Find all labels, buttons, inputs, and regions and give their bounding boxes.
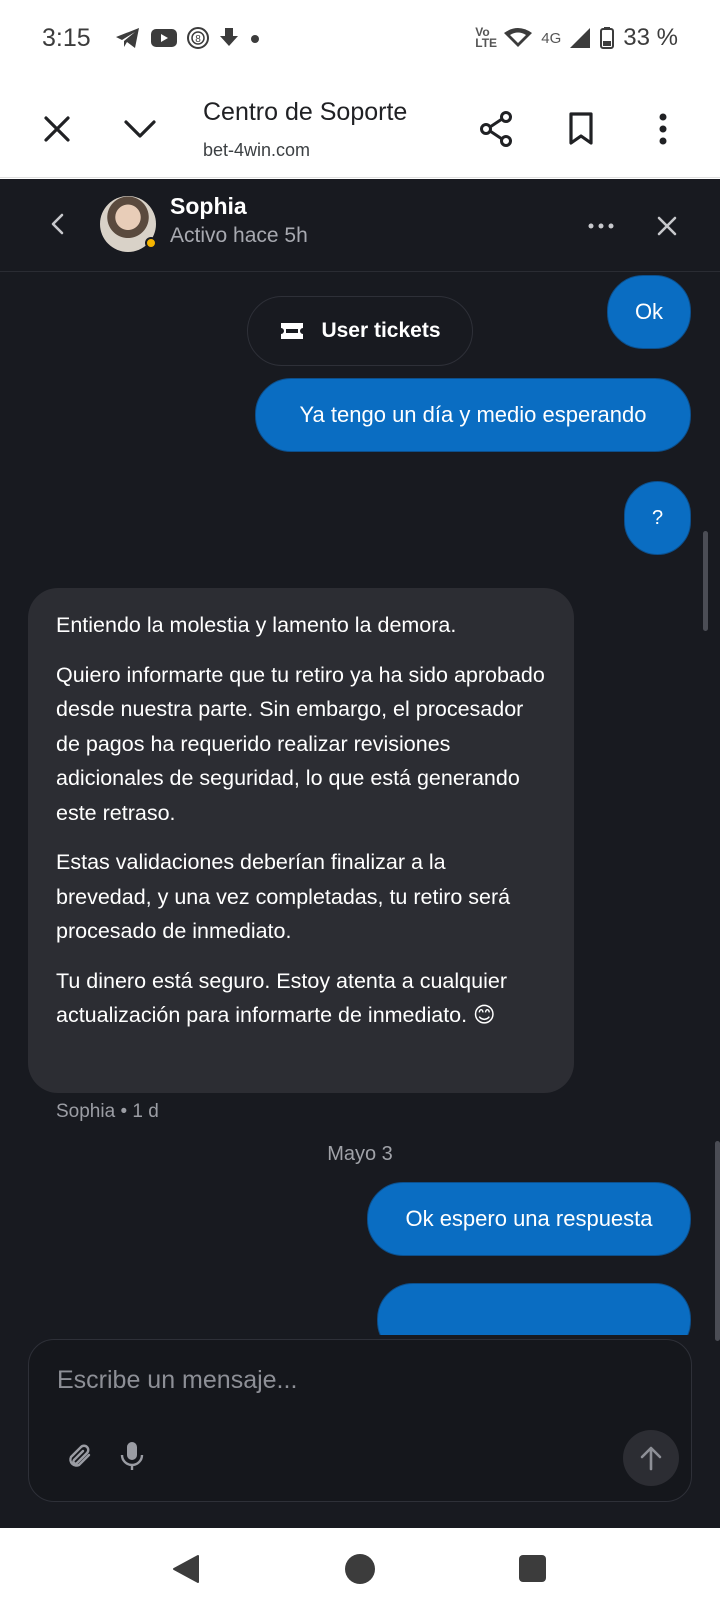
outgoing-message: Ya tengo un día y medio esperando bbox=[255, 378, 691, 452]
send-button[interactable] bbox=[623, 1430, 679, 1486]
chat-header: Sophia Activo hace 5h bbox=[0, 179, 720, 272]
nav-back-button[interactable] bbox=[172, 1554, 200, 1589]
date-separator: Mayo 3 bbox=[327, 1143, 393, 1165]
close-icon bbox=[657, 216, 677, 236]
bookmark-icon bbox=[569, 112, 593, 145]
agent-name: Sophia bbox=[170, 193, 247, 219]
scrollbar-thumb[interactable] bbox=[703, 531, 708, 631]
message-input[interactable] bbox=[57, 1366, 617, 1395]
message-composer bbox=[28, 1339, 692, 1502]
message-paragraph: Estas validaciones deberían finalizar a … bbox=[56, 850, 511, 943]
close-icon bbox=[44, 116, 70, 142]
user-tickets-button[interactable]: User tickets bbox=[247, 296, 473, 366]
attach-icon bbox=[69, 1444, 91, 1467]
attach-button[interactable] bbox=[65, 1442, 95, 1472]
more-vert-icon bbox=[659, 113, 667, 145]
bookmark-button[interactable] bbox=[560, 108, 602, 150]
status-bar: 3:15 8 Vo LTE 4G 33 % bbox=[0, 0, 720, 80]
nav-recents-button[interactable] bbox=[519, 1555, 546, 1582]
chat-widget: Sophia Activo hace 5h Ok User tickets Ya… bbox=[0, 179, 720, 1528]
page-url: bet-4win.com bbox=[203, 140, 311, 160]
page-title: Centro de Soporte bbox=[203, 98, 408, 126]
download-icon bbox=[220, 28, 238, 46]
chevron-down-icon bbox=[124, 120, 156, 138]
message-paragraph: Quiero informarte que tu retiro ya ha si… bbox=[56, 662, 545, 825]
outgoing-message: ? bbox=[624, 481, 691, 555]
user-tickets-label: User tickets bbox=[321, 319, 441, 342]
voice-button[interactable] bbox=[117, 1440, 147, 1472]
signal-icon bbox=[570, 28, 591, 48]
svg-text:8: 8 bbox=[195, 34, 201, 45]
share-icon bbox=[480, 111, 512, 147]
online-status-dot bbox=[145, 237, 157, 249]
battery-icon bbox=[600, 27, 615, 49]
notification-8-icon: 8 bbox=[187, 27, 209, 49]
more-options-button[interactable] bbox=[642, 108, 684, 150]
scrollbar-thumb[interactable] bbox=[715, 1141, 720, 1341]
more-horiz-icon bbox=[588, 223, 614, 229]
system-nav-bar bbox=[0, 1528, 720, 1612]
status-system-icons: Vo LTE 4G 33 % bbox=[475, 24, 678, 52]
incoming-message: Entiendo la molestia y lamento la demora… bbox=[28, 588, 574, 1093]
chat-close-button[interactable] bbox=[652, 211, 682, 241]
share-button[interactable] bbox=[475, 108, 517, 150]
youtube-icon bbox=[151, 29, 177, 47]
back-icon bbox=[51, 213, 64, 235]
nav-home-button[interactable] bbox=[345, 1554, 375, 1584]
outgoing-message: Ok espero una respuesta bbox=[367, 1182, 691, 1256]
mic-icon bbox=[120, 1442, 144, 1470]
ticket-icon bbox=[281, 323, 304, 339]
wifi-icon bbox=[504, 28, 533, 47]
message-meta: Sophia • 1 d bbox=[56, 1101, 159, 1122]
send-arrow-icon bbox=[640, 1446, 662, 1471]
close-tab-button[interactable] bbox=[36, 108, 78, 150]
minimize-tab-button[interactable] bbox=[119, 108, 161, 150]
chat-options-button[interactable] bbox=[586, 211, 616, 241]
status-notification-icons: 8 bbox=[114, 26, 262, 50]
telegram-icon bbox=[116, 28, 139, 48]
chat-back-button[interactable] bbox=[42, 209, 72, 239]
outgoing-message: Ok bbox=[607, 275, 691, 349]
nav-back-icon bbox=[173, 1555, 199, 1583]
volte-label: Vo LTE bbox=[475, 25, 498, 50]
status-time: 3:15 bbox=[42, 24, 91, 52]
outgoing-message-partial bbox=[377, 1283, 691, 1335]
network-type: 4G bbox=[541, 29, 562, 47]
message-paragraph: Tu dinero está seguro. Estoy atenta a cu… bbox=[56, 968, 507, 1028]
battery-percent: 33 % bbox=[623, 24, 678, 51]
agent-status: Activo hace 5h bbox=[170, 224, 308, 247]
message-paragraph: Entiendo la molestia y lamento la demora… bbox=[56, 613, 457, 637]
message-list[interactable]: Ok User tickets Ya tengo un día y medio … bbox=[0, 273, 720, 1335]
browser-toolbar: Centro de Soporte bet-4win.com bbox=[0, 80, 720, 178]
dot-icon bbox=[251, 35, 259, 43]
